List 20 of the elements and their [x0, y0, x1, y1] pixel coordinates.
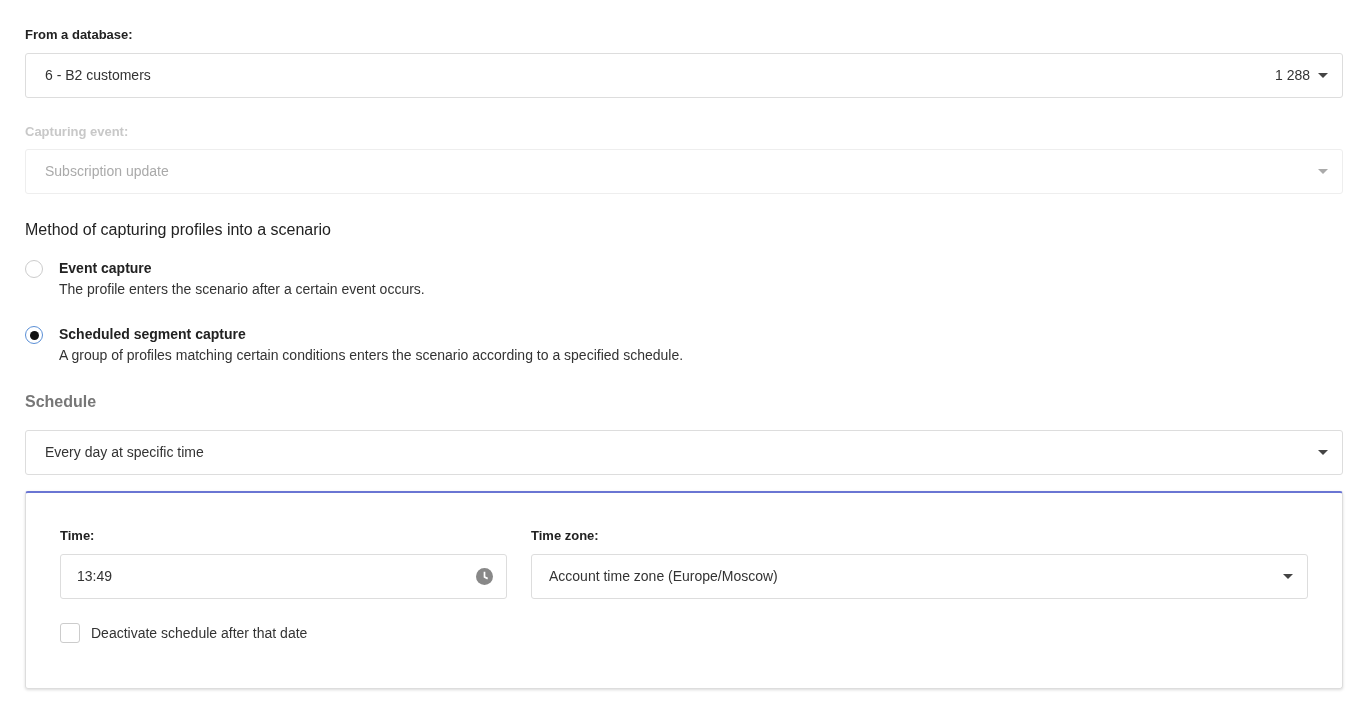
field-label: Time zone: [531, 527, 600, 545]
checkbox-label[interactable]: Deactivate schedule after that date [91, 622, 308, 644]
caret-icon [1318, 72, 1328, 78]
field-label: From a database: [25, 26, 134, 44]
caret-icon [1283, 573, 1293, 579]
section-title: Method of capturing profiles into a scenario [25, 220, 332, 240]
option-description: The profile enters the scenario after a certain event occurs. [59, 280, 425, 299]
database-select[interactable]: 6 - B2 customers 1 288 [25, 52, 1343, 98]
field-label: Time: [60, 527, 96, 545]
clock-icon [476, 567, 493, 585]
caret-icon [1318, 450, 1328, 455]
checkbox[interactable] [60, 623, 80, 643]
option-label[interactable]: Scheduled segment capture [59, 324, 684, 345]
caret-icon [1318, 169, 1328, 174]
schedule-select[interactable]: Every day at specific time [25, 430, 1343, 475]
time-field[interactable]: 13:49 [60, 553, 507, 599]
section-title: Schedule [25, 392, 98, 412]
option-description: A group of profiles matching certain conditions enters the scenario according to a specified schedule. [59, 346, 684, 365]
option-label[interactable]: Event capture [59, 258, 425, 279]
timezone-select[interactable]: Account time zone (Europe/Moscow) [531, 553, 1308, 599]
